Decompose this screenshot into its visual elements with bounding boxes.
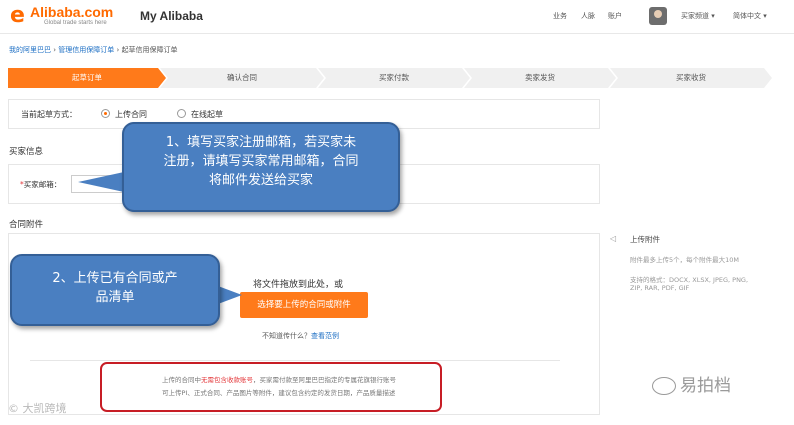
wechat-icon (652, 377, 676, 395)
breadcrumb: 我的阿里巴巴 › 管理信用保障订单 › 起草信用保障订单 (9, 45, 178, 55)
divider (30, 360, 560, 361)
notice-line-2: 可上传PI、正式合同、产品图片等附件，建议包含约定的发货日期，产品质量描述 (162, 389, 396, 397)
sidebar-line: 附件最多上传5个，每个附件最大10M (630, 256, 740, 264)
draft-mode-label: 当前起草方式： (21, 110, 77, 119)
language-select[interactable]: 简体中文 ▾ (733, 11, 767, 21)
callout-line: 1、填写买家注册邮箱，若买家未 (165, 135, 357, 150)
nav-business[interactable]: 业务 (553, 11, 567, 21)
logo-brand: Alibaba.com (30, 4, 114, 20)
buyer-info-title: 买家信息 (9, 147, 44, 157)
upload-contract-button[interactable]: 选择要上传的合同或附件 (240, 292, 368, 318)
buyer-channel-menu[interactable]: 买家频道 ▾ (681, 11, 715, 21)
callout-line: 注册，请填写买家常用邮箱，合同 (163, 154, 359, 169)
attachments-title: 合同附件 (9, 220, 44, 230)
buyer-email-label: *买家邮箱： (20, 179, 61, 190)
callout-pointer (218, 286, 242, 304)
watermark-right-text: 易拍档 (680, 376, 731, 396)
example-hint: 不知道传什么？查看范例 (262, 331, 339, 341)
notice-text: 上传的合同中 (162, 376, 201, 384)
breadcrumb-separator: › (53, 46, 57, 54)
breadcrumb-manage[interactable]: 管理信用保障订单 (58, 46, 114, 54)
online-draft-option[interactable]: 在线起草 (191, 109, 223, 120)
sidebar-title: 上传附件 (630, 235, 660, 244)
callout-buyer-email: 1、填写买家注册邮箱，若买家未 注册，请填写买家常用邮箱，合同 将邮件发送给买家 (122, 122, 400, 212)
top-bar: e Alibaba.com Global trade starts here M… (0, 0, 794, 34)
breadcrumb-home[interactable]: 我的阿里巴巴 (9, 46, 51, 54)
watermark-left: © 大凯跨境 (8, 402, 67, 415)
breadcrumb-current: 起草信用保障订单 (121, 46, 178, 54)
megaphone-icon: ◁ (610, 234, 617, 243)
logo-tagline: Global trade starts here (44, 20, 107, 26)
step-buyer-payment: 买家付款 (318, 68, 470, 88)
callout-pointer (78, 172, 124, 192)
callout-line: 将邮件发送给买家 (208, 173, 313, 188)
callout-line: 2、上传已有合同或产 (52, 271, 178, 286)
sidebar-line: ZIP, RAR, PDF, GIF (630, 284, 690, 292)
example-hint-text: 不知道传什么？ (262, 332, 311, 340)
view-example-link[interactable]: 查看范例 (311, 332, 339, 340)
alibaba-logo[interactable]: e Alibaba.com Global trade starts here (10, 4, 132, 30)
breadcrumb-separator: › (116, 46, 120, 54)
step-draft-order: 起草订单 (8, 68, 166, 88)
notice-highlight: 无需包含收款账号 (201, 376, 253, 384)
avatar[interactable] (649, 7, 667, 25)
notice-line-1: 上传的合同中无需包含收款账号，买家需付款至阿里巴巴指定的专属花旗银行账号 (162, 374, 396, 384)
callout-line: 品清单 (95, 290, 135, 305)
upload-contract-option[interactable]: 上传合同 (115, 109, 147, 120)
nav-account[interactable]: 账户 (608, 11, 622, 21)
drop-text: 将文件拖放到此处，或 (253, 280, 344, 290)
page-title: My Alibaba (140, 9, 203, 23)
watermark-right: 易拍档 (652, 371, 731, 396)
online-draft-radio[interactable] (177, 109, 186, 118)
callout-upload: 2、上传已有合同或产 品清单 (10, 254, 220, 326)
step-confirm-contract: 确认合同 (160, 68, 324, 88)
sidebar-line: 支持的格式：DOCX, XLSX, JPEG, PNG, (630, 276, 749, 284)
nav-contacts[interactable]: 人脉 (581, 11, 595, 21)
step-buyer-receive: 买家收货 (610, 68, 772, 88)
notice-text: ，买家需付款至阿里巴巴指定的专属花旗银行账号 (253, 376, 396, 384)
order-steps: 起草订单 确认合同 买家付款 卖家发货 买家收货 (8, 68, 772, 88)
upload-notice: 上传的合同中无需包含收款账号，买家需付款至阿里巴巴指定的专属花旗银行账号 可上传… (100, 362, 442, 412)
step-seller-ship: 卖家发货 (464, 68, 616, 88)
buyer-email-label-text: 买家邮箱： (23, 180, 62, 189)
upload-contract-radio[interactable] (101, 109, 110, 118)
